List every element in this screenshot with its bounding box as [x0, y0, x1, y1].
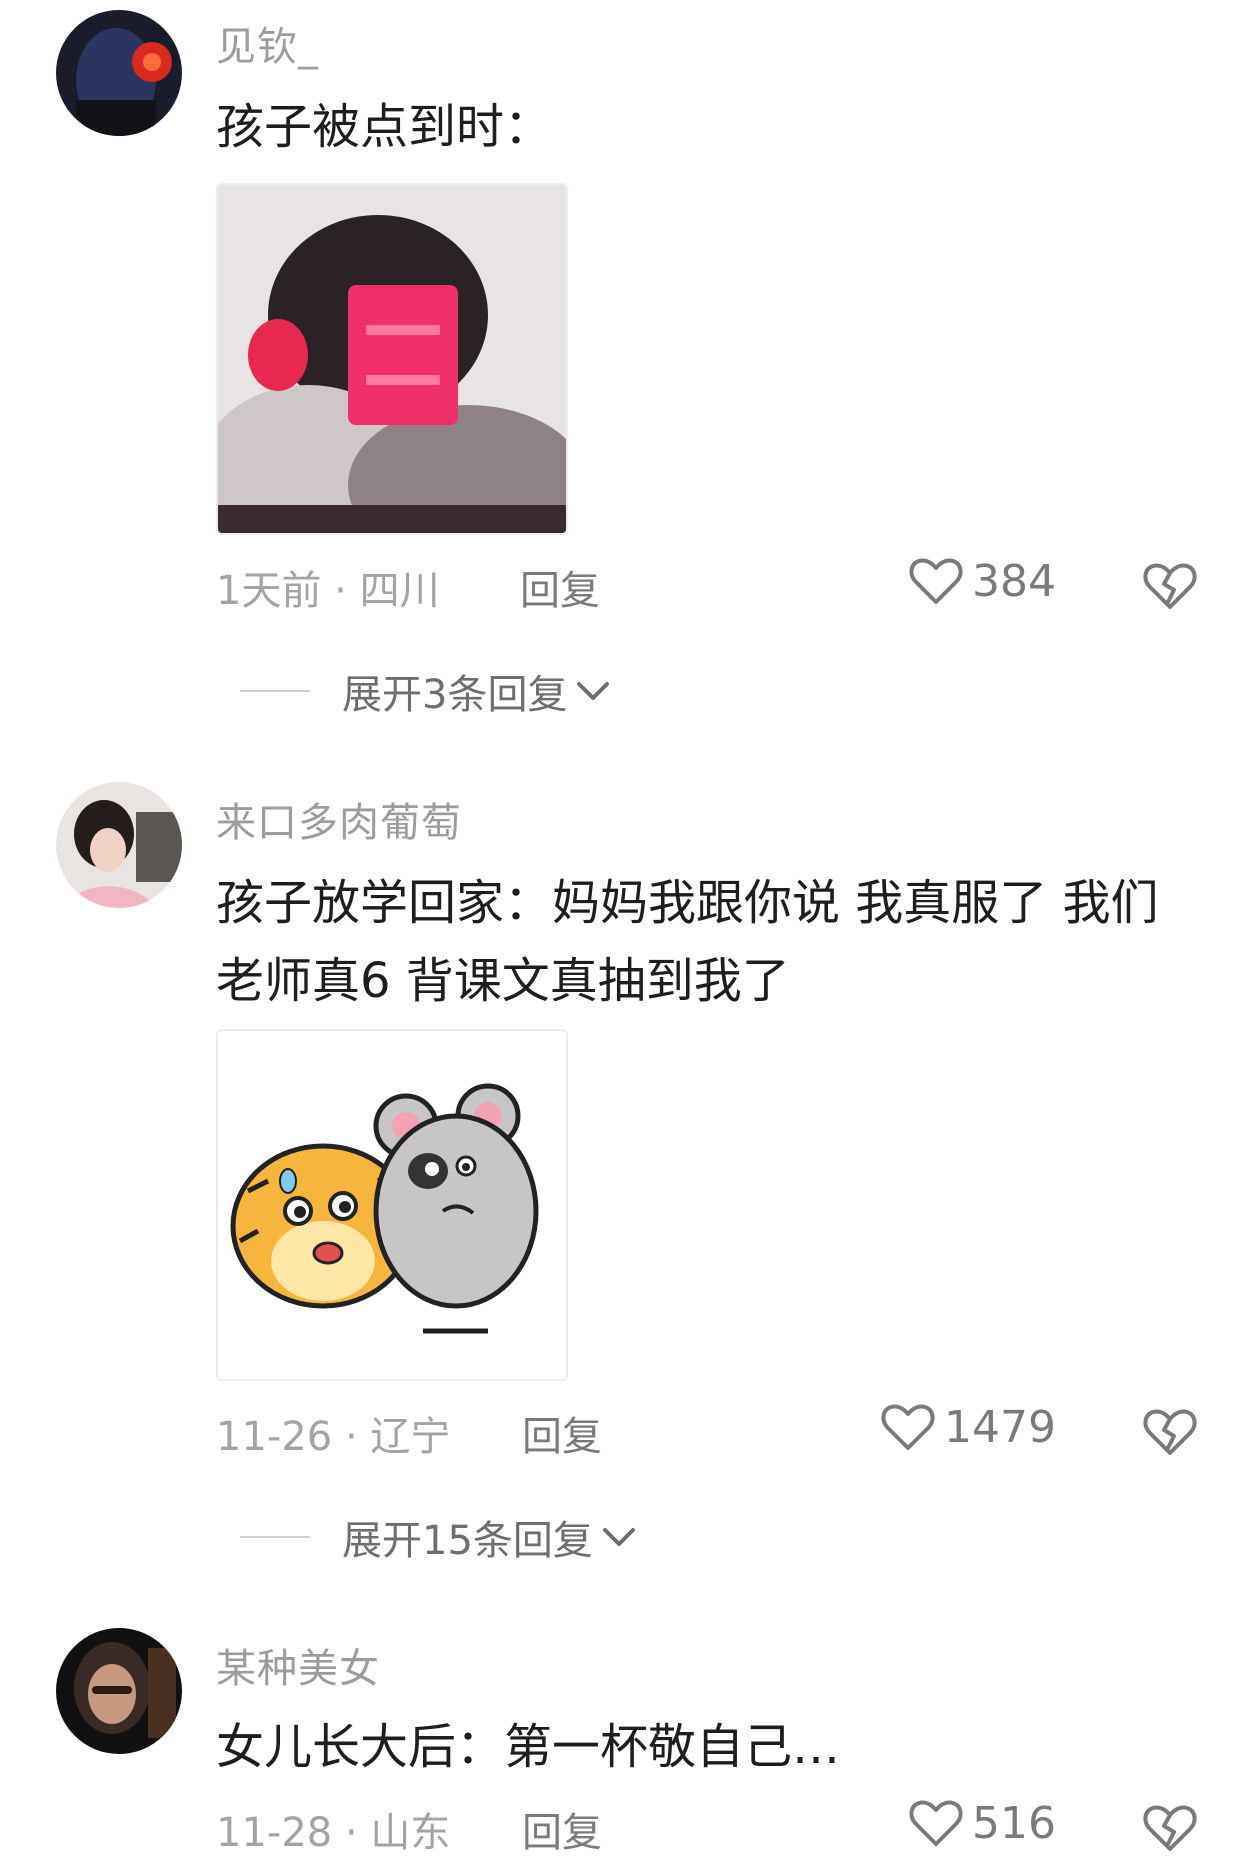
heart-outline-icon: [881, 1404, 935, 1450]
broken-heart-icon: [1143, 1805, 1197, 1851]
avatar[interactable]: [56, 10, 182, 136]
dislike-button[interactable]: [1142, 560, 1198, 612]
comment-image[interactable]: [216, 183, 568, 535]
comment-text: 孩子被点到时：: [216, 99, 553, 155]
broken-heart-icon: [1143, 563, 1197, 609]
like-button[interactable]: 1479: [880, 1401, 1056, 1453]
expand-replies[interactable]: 展开3条回复: [240, 662, 613, 720]
heart-outline-icon: [909, 1800, 963, 1846]
divider-line: [240, 1536, 310, 1538]
chevron-down-icon: [602, 1528, 635, 1546]
reply-button[interactable]: 回复: [520, 558, 600, 616]
comment-username[interactable]: 来口多肉葡萄: [216, 790, 462, 848]
comment-username[interactable]: 见钦_: [216, 14, 319, 72]
like-count: 1479: [944, 1401, 1056, 1453]
reply-button[interactable]: 回复: [522, 1800, 602, 1858]
divider-line: [240, 690, 310, 692]
heart-outline-icon: [909, 558, 963, 604]
avatar[interactable]: [56, 1628, 182, 1754]
like-button[interactable]: 384: [908, 555, 1056, 607]
comment-image[interactable]: [216, 1029, 568, 1381]
chevron-down-icon: [577, 682, 610, 700]
like-button[interactable]: 516: [908, 1797, 1056, 1849]
avatar[interactable]: [56, 782, 182, 908]
like-count: 384: [972, 555, 1056, 607]
comment-meta: 1天前 · 四川: [216, 568, 440, 614]
expand-replies-label: 展开3条回复: [342, 672, 568, 718]
comment-text: 孩子放学回家：妈妈我跟你说 我真服了 我们老师真6 背课文真抽到我了: [216, 875, 1159, 1009]
expand-replies-label: 展开15条回复: [342, 1518, 593, 1564]
dislike-button[interactable]: [1142, 1802, 1198, 1854]
comment-text: 女儿长大后：第一杯敬自己…: [216, 1719, 841, 1775]
expand-replies[interactable]: 展开15条回复: [240, 1508, 639, 1566]
comment-meta: 11-26 · 辽宁: [216, 1414, 451, 1460]
like-count: 516: [972, 1797, 1056, 1849]
comment-meta: 11-28 · 山东: [216, 1810, 451, 1856]
comment-username[interactable]: 某种美女: [216, 1636, 380, 1694]
broken-heart-icon: [1143, 1409, 1197, 1455]
dislike-button[interactable]: [1142, 1406, 1198, 1458]
reply-button[interactable]: 回复: [522, 1404, 602, 1462]
